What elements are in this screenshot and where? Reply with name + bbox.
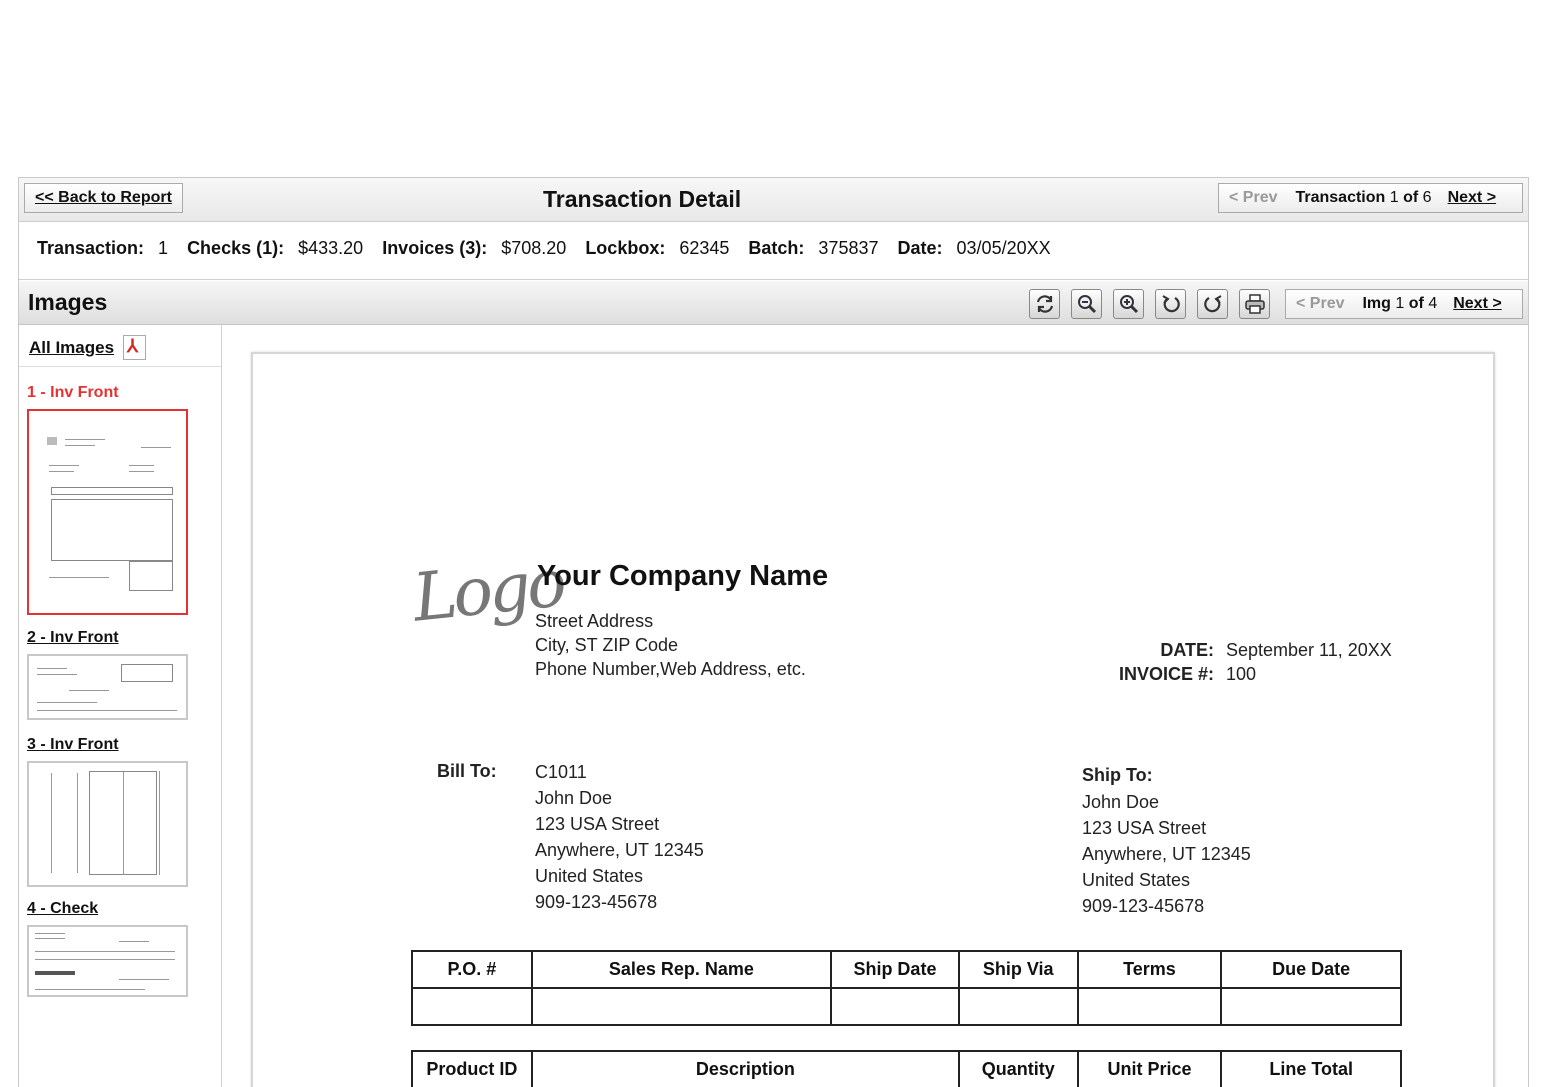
all-images-link[interactable]: All Images bbox=[29, 335, 147, 360]
invoices-label: Invoices (3): bbox=[382, 238, 488, 258]
date-label: Date: bbox=[897, 238, 943, 258]
transaction-detail-window: << Back to Report Transaction Detail < P… bbox=[18, 177, 1529, 1087]
table-cell bbox=[411, 987, 533, 1026]
table-header: Sales Rep. Name bbox=[530, 950, 833, 989]
transaction-pager: < Prev Transaction 1 of 6 Next > bbox=[1218, 183, 1523, 213]
invoice-image: Logo Your Company Name Street Address Ci… bbox=[251, 352, 1495, 1087]
page-title: Transaction Detail bbox=[543, 186, 742, 212]
back-to-report-button[interactable]: << Back to Report bbox=[24, 183, 183, 213]
invoice-meta-labels: DATE: INVOICE #: bbox=[1119, 640, 1215, 684]
image-prev-button[interactable]: < Prev bbox=[1286, 295, 1354, 313]
pdf-icon[interactable] bbox=[123, 335, 147, 360]
order-info-table: P.O. # Sales Rep. Name Ship Date Ship Vi… bbox=[411, 950, 1402, 1026]
thumbnail-label[interactable]: 3 - Inv Front bbox=[27, 736, 119, 754]
thumbnail-label[interactable]: 1 - Inv Front bbox=[27, 384, 119, 402]
transaction-summary: Transaction: 1 Checks (1): $433.20 Invoice… bbox=[19, 222, 1528, 280]
bill-to-label: Bill To: bbox=[437, 761, 497, 781]
ship-to-label: Ship To: bbox=[1082, 765, 1153, 785]
company-name: Your Company Name bbox=[537, 560, 829, 592]
checks-value: $433.20 bbox=[298, 238, 364, 258]
transaction-next-button[interactable]: Next > bbox=[1440, 189, 1506, 207]
images-heading: Images bbox=[28, 289, 108, 315]
transaction-value: 1 bbox=[158, 238, 169, 258]
table-header: Line Total bbox=[1220, 1050, 1402, 1087]
table-header: P.O. # bbox=[411, 950, 533, 989]
table-cell bbox=[1076, 987, 1223, 1026]
lockbox-value: 62345 bbox=[679, 238, 730, 258]
zoom-in-icon[interactable] bbox=[1113, 289, 1144, 319]
images-toolbar: Images < Prev Img 1 of 4 Next > bbox=[19, 281, 1528, 325]
date-value: 03/05/20XX bbox=[956, 238, 1051, 258]
ship-to-address: John Doe 123 USA Street Anywhere, UT 123… bbox=[1082, 792, 1251, 916]
thumbnail-label[interactable]: 2 - Inv Front bbox=[27, 629, 119, 647]
table-header: Ship Date bbox=[830, 950, 960, 989]
table-header: Due Date bbox=[1220, 950, 1402, 989]
table-header: Description bbox=[530, 1050, 960, 1087]
transaction-position: Transaction 1 of 6 bbox=[1295, 189, 1432, 206]
invoices-value: $708.20 bbox=[501, 238, 567, 258]
print-icon[interactable] bbox=[1239, 289, 1270, 319]
rotate-right-icon[interactable] bbox=[1197, 289, 1228, 319]
table-cell bbox=[957, 987, 1079, 1026]
company-address: Street Address City, ST ZIP Code Phone N… bbox=[535, 611, 806, 679]
transaction-prev-button[interactable]: < Prev bbox=[1219, 189, 1287, 207]
refresh-icon[interactable] bbox=[1029, 289, 1060, 319]
image-thumbnails-sidebar: All Images 1 - Inv Front 2 - Inv Front bbox=[19, 325, 222, 1087]
lockbox-label: Lockbox: bbox=[585, 238, 666, 258]
checks-label: Checks (1): bbox=[187, 238, 285, 258]
table-cell bbox=[830, 987, 960, 1026]
thumbnail-image-2[interactable] bbox=[27, 654, 188, 720]
invoice-meta-values: September 11, 20XX 100 bbox=[1226, 640, 1392, 684]
table-header: Ship Via bbox=[957, 950, 1079, 989]
table-header: Quantity bbox=[957, 1050, 1079, 1087]
thumbnail-label[interactable]: 4 - Check bbox=[27, 900, 98, 918]
bill-to-address: C1011 John Doe 123 USA Street Anywhere, … bbox=[535, 762, 704, 912]
table-header: Unit Price bbox=[1076, 1050, 1223, 1087]
image-next-button[interactable]: Next > bbox=[1445, 295, 1511, 313]
batch-label: Batch: bbox=[748, 238, 805, 258]
sidebar-divider bbox=[19, 366, 221, 367]
zoom-out-icon[interactable] bbox=[1071, 289, 1102, 319]
table-header: Product ID bbox=[411, 1050, 533, 1087]
image-position: Img 1 of 4 bbox=[1362, 295, 1438, 312]
transaction-label: Transaction: bbox=[37, 238, 145, 258]
image-viewer[interactable]: Logo Your Company Name Street Address Ci… bbox=[222, 325, 1528, 1087]
header-bar: << Back to Report Transaction Detail < P… bbox=[19, 178, 1528, 222]
table-cell bbox=[530, 987, 833, 1026]
image-pager: < Prev Img 1 of 4 Next > bbox=[1285, 289, 1523, 319]
line-items-table: Product ID Description Quantity Unit Pri… bbox=[411, 1050, 1402, 1087]
table-cell bbox=[1220, 987, 1402, 1026]
table-header: Terms bbox=[1076, 950, 1223, 989]
thumbnail-image-1[interactable] bbox=[27, 409, 188, 615]
batch-value: 375837 bbox=[818, 238, 879, 258]
rotate-left-icon[interactable] bbox=[1155, 289, 1186, 319]
thumbnail-image-3[interactable] bbox=[27, 761, 188, 887]
thumbnail-image-4[interactable] bbox=[27, 925, 188, 997]
